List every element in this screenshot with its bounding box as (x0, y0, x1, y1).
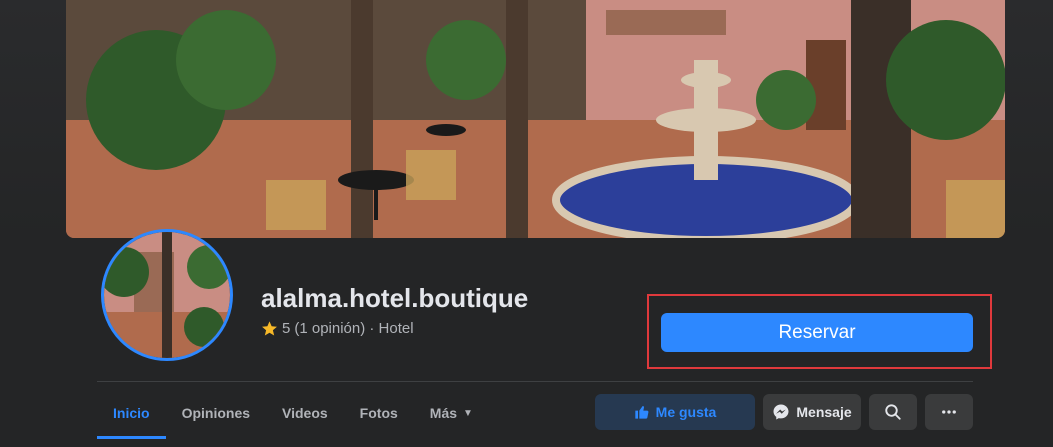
rating-row: 5 (1 opinión) · Hotel (261, 320, 414, 337)
star-icon (262, 321, 277, 336)
divider (97, 381, 973, 382)
like-button[interactable]: Me gusta (595, 394, 755, 430)
tab-label: Videos (282, 405, 328, 421)
reserve-button[interactable]: Reservar (661, 313, 973, 352)
tab-label: Inicio (113, 405, 150, 421)
search-button[interactable] (869, 394, 917, 430)
rating-value: 5 (282, 320, 291, 337)
tab-label: Más (429, 405, 458, 421)
tab-label: Opiniones (181, 405, 251, 421)
tab-fotos[interactable]: Fotos (344, 390, 414, 436)
caret-down-icon: ▼ (463, 407, 473, 419)
cover-photo[interactable] (66, 0, 1005, 238)
tab-label: Fotos (359, 405, 398, 421)
tab-opiniones[interactable]: Opiniones (166, 390, 266, 436)
page-title: alalma.hotel.boutique (261, 283, 529, 313)
tab-inicio[interactable]: Inicio (97, 390, 166, 439)
message-label: Mensaje (796, 404, 852, 420)
more-dots-icon (942, 410, 956, 414)
rating-text[interactable]: (1 opinión) · Hotel (294, 320, 413, 337)
message-button[interactable]: Mensaje (763, 394, 861, 430)
page-tabs: Inicio Opiniones Videos Fotos Más ▼ (97, 390, 489, 440)
messenger-icon (773, 404, 789, 420)
profile-picture[interactable] (101, 229, 233, 361)
tab-mas[interactable]: Más ▼ (414, 390, 489, 436)
search-icon (885, 404, 901, 420)
more-button[interactable] (925, 394, 973, 430)
like-label: Me gusta (655, 404, 717, 420)
tab-videos[interactable]: Videos (266, 390, 344, 436)
thumbs-up-icon (634, 406, 649, 419)
